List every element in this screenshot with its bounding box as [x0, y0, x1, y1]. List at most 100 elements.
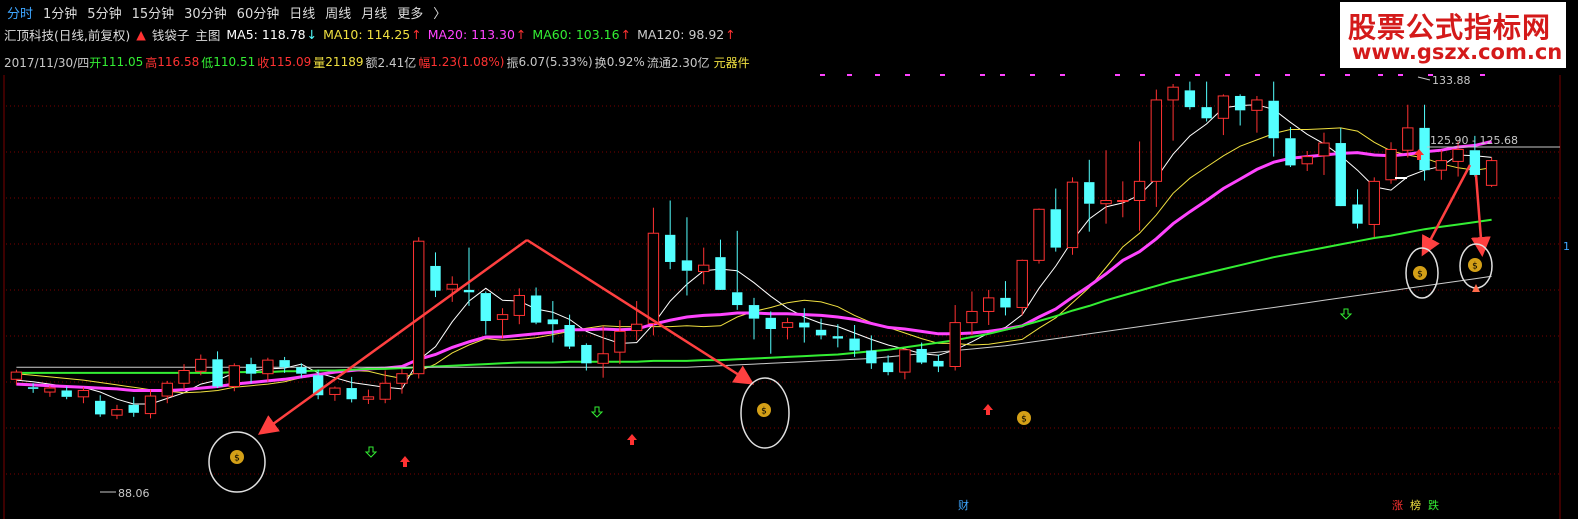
high-leader-line [1417, 76, 1431, 81]
candle-body [128, 404, 139, 413]
candle [1167, 83, 1179, 141]
candle-body [547, 319, 559, 325]
period-tab-weekly[interactable]: 周线 [324, 3, 352, 22]
candle-body [1150, 99, 1163, 182]
candle-body [966, 310, 978, 324]
amount-label: 额 [365, 55, 378, 70]
candle [346, 376, 357, 403]
candle [61, 386, 72, 400]
candle [1217, 94, 1230, 136]
period-tab-30min[interactable]: 30分钟 [183, 3, 228, 22]
candle-body [1000, 297, 1011, 308]
candle [597, 325, 609, 378]
money-bag-icon: $ [1468, 258, 1482, 272]
watermark-url: www.gszx.com.cn [1352, 40, 1563, 64]
candle-body [77, 389, 90, 398]
dash-marker [820, 74, 825, 76]
candle [1050, 188, 1061, 252]
ma10-line [16, 127, 1492, 394]
high-price-label: 133.88 [1432, 74, 1471, 87]
period-tab-15min[interactable]: 15分钟 [131, 3, 176, 22]
candle-body [630, 323, 643, 332]
candle-body [1419, 127, 1430, 171]
candle-body [513, 294, 526, 316]
arrow-up-icon: ↑ [725, 26, 736, 42]
candle-body [1335, 143, 1346, 207]
candle-body [379, 382, 391, 400]
candle [1402, 104, 1414, 158]
ma20-line [16, 140, 1492, 392]
candle-body [949, 322, 961, 368]
candle [1234, 94, 1246, 126]
dash-marker [1480, 74, 1485, 76]
candle-body [161, 382, 173, 397]
candle [1000, 281, 1011, 316]
fall-marker[interactable]: 跌 [1428, 497, 1439, 513]
candle-body [496, 314, 509, 320]
money-bag-icon: $ [1413, 266, 1427, 280]
open-label: 开 [89, 55, 102, 70]
dash-marker [1285, 74, 1290, 76]
finance-marker[interactable]: 财 [958, 497, 969, 513]
period-tab-fenshi[interactable]: 分时 [6, 3, 34, 22]
arrow-up-icon: ↑ [620, 26, 632, 42]
candle [513, 288, 526, 325]
period-tab-more[interactable]: 更多 [396, 3, 424, 22]
candle [1016, 259, 1028, 316]
candle [664, 200, 676, 270]
right-axis-marker: 1 [1563, 240, 1570, 253]
close-label: 收 [257, 55, 270, 70]
candle-body [1016, 259, 1028, 308]
main-chart-label[interactable]: 主图 [195, 25, 220, 44]
period-tab-60min[interactable]: 60分钟 [236, 3, 281, 22]
candle-body [1485, 160, 1498, 186]
candle-body [832, 336, 844, 339]
dash-marker [1320, 74, 1325, 76]
svg-text:$: $ [234, 454, 240, 464]
rise-marker[interactable]: 涨 [1392, 497, 1403, 513]
candle-body [933, 360, 944, 367]
candle-body [212, 359, 223, 387]
period-tab-1min[interactable]: 1分钟 [42, 3, 78, 22]
candle [1435, 150, 1448, 180]
dash-marker [1140, 74, 1145, 76]
candle-body [564, 325, 575, 347]
candle-body [1084, 182, 1095, 204]
candle-body [732, 292, 743, 306]
candle [1033, 208, 1045, 264]
candle-body [27, 387, 39, 389]
amplitude-value: 6.07(5.33%) [518, 55, 593, 69]
money-bag-icon: $ [230, 450, 244, 464]
candle [212, 351, 223, 389]
red-annotation-arrow [1421, 164, 1472, 257]
chevron-right-icon[interactable]: 〉 [432, 3, 447, 22]
kline-chart[interactable]: $ $ $ $ $ [0, 0, 1578, 519]
period-tab-5min[interactable]: 5分钟 [86, 3, 122, 22]
candle [1251, 95, 1263, 133]
kline-canvas[interactable]: $ $ $ $ $ [0, 0, 1578, 519]
indicator-name[interactable]: 钱袋子 [152, 25, 190, 44]
candle-body [681, 260, 693, 271]
candle-body [982, 297, 995, 312]
candle [1285, 127, 1296, 167]
svg-text:$: $ [1472, 262, 1478, 272]
ranking-marker[interactable]: 榜 [1410, 497, 1421, 513]
candle-body [61, 390, 72, 397]
candle-body [1402, 127, 1414, 151]
concept-tag[interactable]: 元器件 [714, 54, 750, 71]
candle [1301, 151, 1313, 171]
high-value: 116.58 [157, 55, 200, 69]
buy-signal-arrow-icon [983, 404, 993, 415]
candle-body [916, 348, 927, 363]
gap-range-label: 125.90 - 125.68 [1430, 134, 1518, 147]
dash-marker [980, 74, 985, 76]
dash-marker [1115, 74, 1120, 76]
period-tab-monthly[interactable]: 月线 [360, 3, 388, 22]
candle-body [1066, 181, 1079, 249]
candle-body [815, 329, 827, 336]
candle-body [44, 387, 56, 393]
period-tab-daily[interactable]: 日线 [288, 3, 316, 22]
dash-marker [1030, 74, 1035, 76]
close-value: 115.09 [269, 55, 312, 69]
candle-body [1201, 107, 1212, 119]
